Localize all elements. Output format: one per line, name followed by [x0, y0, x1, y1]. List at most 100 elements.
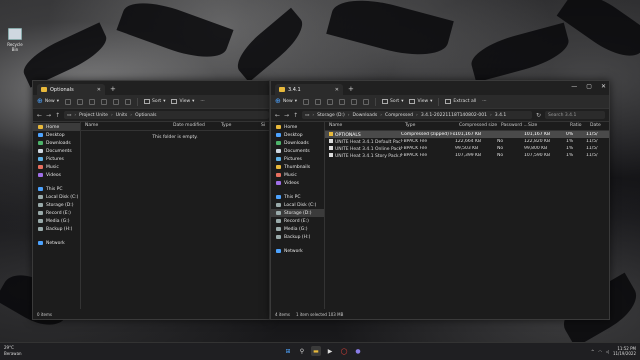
refresh-icon[interactable]: ↻	[536, 112, 541, 119]
media-player-icon[interactable]: ▶	[325, 346, 335, 356]
search-icon[interactable]: ⚲	[297, 346, 307, 356]
sidebar-item-network[interactable]: Network	[33, 239, 80, 247]
volume-icon[interactable]: ◁	[606, 349, 609, 354]
tab-3-4-1[interactable]: 3.4.1 ✕	[275, 84, 343, 95]
column-header-ratio[interactable]: Ratio	[570, 123, 590, 128]
breadcrumb-item[interactable]: Downloads	[353, 113, 378, 118]
rename-icon[interactable]	[338, 98, 345, 105]
sidebar-item-music[interactable]: Music	[271, 171, 324, 179]
up-arrow-icon[interactable]: ↑	[55, 112, 60, 119]
cut-icon[interactable]	[64, 98, 71, 105]
forward-arrow-icon[interactable]: →	[46, 112, 51, 119]
sidebar-item-pictures[interactable]: Pictures	[271, 155, 324, 163]
wifi-icon[interactable]: ◠	[598, 349, 602, 354]
back-arrow-icon[interactable]: ←	[275, 112, 280, 119]
close-tab-icon[interactable]: ✕	[97, 87, 101, 93]
breadcrumb[interactable]: ▭ › Project Unite › Units › Optionals	[64, 111, 269, 119]
column-header-size[interactable]: Si	[261, 123, 269, 128]
table-row[interactable]: UNITE Heat 3.4.1 Online Pack.fbpackFBPAC…	[325, 145, 609, 152]
more-options-icon[interactable]: ···	[200, 99, 204, 104]
breadcrumb-item[interactable]: Storage (D:)	[317, 113, 345, 118]
sidebar-item-network[interactable]: Network	[271, 247, 324, 255]
sidebar-item-thumbnails[interactable]: Thumbnails	[271, 163, 324, 171]
view-button[interactable]: View ▾	[171, 99, 194, 104]
breadcrumb-item[interactable]: 3.4.1	[495, 113, 506, 118]
table-row[interactable]: OPTIONALSCompressed (zipped) Fol...101,1…	[325, 131, 609, 138]
sidebar-item-local-disk-c[interactable]: Local Disk (C:)	[271, 201, 324, 209]
sidebar-item-desktop[interactable]: Desktop	[33, 131, 80, 139]
sidebar-item-record-e[interactable]: Record (E:)	[271, 217, 324, 225]
column-header-password[interactable]: Password ...	[501, 123, 528, 128]
sort-button[interactable]: Sort ▾	[381, 99, 403, 104]
new-tab-button[interactable]: +	[110, 84, 116, 95]
column-header-date[interactable]: Date	[590, 123, 606, 128]
sidebar-item-local-disk-c[interactable]: Local Disk (C:)	[33, 193, 80, 201]
sidebar-item-home[interactable]: Home	[271, 123, 324, 131]
close-tab-icon[interactable]: ✕	[335, 87, 339, 93]
sidebar-item-music[interactable]: Music	[33, 163, 80, 171]
sidebar-item-videos[interactable]: Videos	[33, 171, 80, 179]
sidebar-item-documents[interactable]: Documents	[33, 147, 80, 155]
discord-icon[interactable]: ●	[353, 346, 363, 356]
start-icon[interactable]: ⊞	[283, 346, 293, 356]
sidebar-item-backup-h[interactable]: Backup (H:)	[271, 233, 324, 241]
chevron-up-icon[interactable]: ^	[591, 349, 594, 354]
cut-icon[interactable]	[302, 98, 309, 105]
clock[interactable]: 11:52 PM 11/19/2022	[613, 346, 636, 356]
close-icon[interactable]: ✕	[601, 83, 606, 90]
sidebar-item-media-g[interactable]: Media (G:)	[33, 217, 80, 225]
sidebar-item-media-g[interactable]: Media (G:)	[271, 225, 324, 233]
maximize-icon[interactable]: ▢	[586, 83, 592, 90]
more-options-icon[interactable]: ···	[482, 99, 486, 104]
table-row[interactable]: UNITE Heat 3.4.1 Default Pack.fbpackFBPA…	[325, 138, 609, 145]
copy-icon[interactable]	[76, 98, 83, 105]
breadcrumb[interactable]: ▭ › Storage (D:) › Downloads › Compressed ›…	[302, 111, 532, 119]
sidebar-item-downloads[interactable]: Downloads	[271, 139, 324, 147]
opera-icon[interactable]: ◯	[339, 346, 349, 356]
column-header-name[interactable]: Name	[325, 123, 405, 128]
new-button[interactable]: ⊕ New ▾	[37, 98, 59, 105]
new-button[interactable]: ⊕ New ▾	[275, 98, 297, 105]
sidebar-item-pictures[interactable]: Pictures	[33, 155, 80, 163]
weather-widget[interactable]: 29°C Berawan	[4, 345, 22, 357]
minimize-icon[interactable]: —	[571, 83, 577, 90]
up-arrow-icon[interactable]: ↑	[293, 112, 298, 119]
copy-icon[interactable]	[314, 98, 321, 105]
breadcrumb-item[interactable]: 3.4.1-20221118T140802-001	[421, 113, 487, 118]
back-arrow-icon[interactable]: ←	[37, 112, 42, 119]
extract-all-button[interactable]: Extract all	[445, 99, 476, 104]
table-row[interactable]: UNITE Heat 3.4.1 Story Pack.fbpackFBPACK…	[325, 152, 609, 159]
sidebar-item-record-e[interactable]: Record (E:)	[33, 209, 80, 217]
sidebar-item-downloads[interactable]: Downloads	[33, 139, 80, 147]
paste-icon[interactable]	[326, 98, 333, 105]
view-button[interactable]: View ▾	[409, 99, 432, 104]
file-explorer-icon[interactable]: ▬	[311, 346, 321, 356]
sidebar-item-this-pc[interactable]: This PC	[33, 185, 80, 193]
column-header-type[interactable]: Type	[405, 123, 459, 128]
delete-icon[interactable]	[362, 98, 369, 105]
column-header-date-modified[interactable]: Date modified	[173, 123, 221, 128]
column-header-name[interactable]: Name	[81, 123, 173, 128]
new-tab-button[interactable]: +	[348, 84, 354, 95]
sidebar-item-this-pc[interactable]: This PC	[271, 193, 324, 201]
breadcrumb-item[interactable]: Optionals	[135, 113, 156, 118]
sort-button[interactable]: Sort ▾	[143, 99, 165, 104]
breadcrumb-item[interactable]: Compressed	[385, 113, 413, 118]
sidebar-item-storage-d[interactable]: Storage (D:)	[271, 209, 324, 217]
sidebar-item-documents[interactable]: Documents	[271, 147, 324, 155]
paste-icon[interactable]	[88, 98, 95, 105]
sidebar-item-backup-h[interactable]: Backup (H:)	[33, 225, 80, 233]
rename-icon[interactable]	[100, 98, 107, 105]
tab-optionals[interactable]: Optionals ✕	[37, 84, 105, 95]
sidebar-item-home[interactable]: Home	[33, 123, 80, 131]
sidebar-item-videos[interactable]: Videos	[271, 179, 324, 187]
column-header-compressed-size[interactable]: Compressed size	[459, 123, 501, 128]
forward-arrow-icon[interactable]: →	[284, 112, 289, 119]
sidebar-item-storage-d[interactable]: Storage (D:)	[33, 201, 80, 209]
sidebar-item-desktop[interactable]: Desktop	[271, 131, 324, 139]
breadcrumb-item[interactable]: Units	[116, 113, 128, 118]
column-header-size[interactable]: Size	[528, 123, 570, 128]
breadcrumb-item[interactable]: Project Unite	[79, 113, 108, 118]
search-input[interactable]: Search 3.4.1	[545, 111, 605, 119]
column-header-type[interactable]: Type	[221, 123, 261, 128]
